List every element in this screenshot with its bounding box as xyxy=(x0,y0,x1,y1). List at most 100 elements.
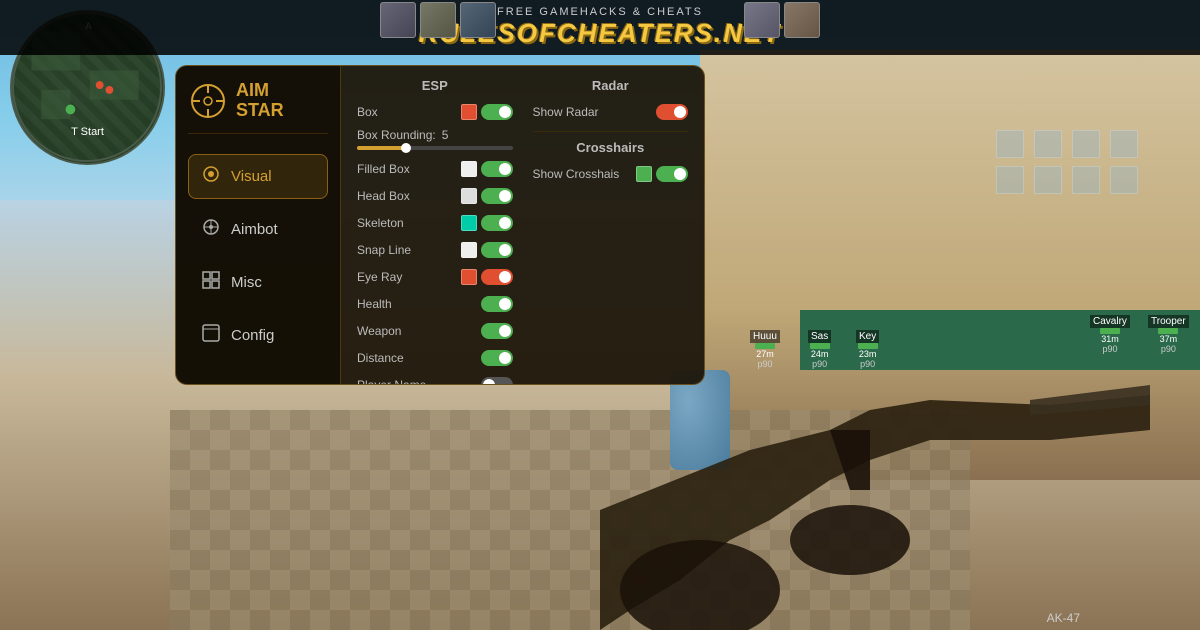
player-name-cavalry: Cavalry xyxy=(1090,315,1130,328)
distance-toggle[interactable] xyxy=(481,350,513,366)
avatar-thumb xyxy=(460,2,496,38)
weapon-label: AK-47 xyxy=(1047,611,1080,625)
show-radar-label: Show Radar xyxy=(533,105,657,119)
player-weapon-cavalry: p90 xyxy=(1102,344,1117,354)
nav-visual-button[interactable]: Visual xyxy=(188,154,328,199)
skeleton-label: Skeleton xyxy=(357,216,461,230)
health-controls xyxy=(481,296,513,312)
weapon-toggle[interactable] xyxy=(481,323,513,339)
nav-aimbot-button[interactable]: Aimbot xyxy=(188,207,328,252)
snap-line-controls xyxy=(461,242,513,258)
window xyxy=(996,130,1024,158)
skeleton-row: Skeleton xyxy=(357,212,513,234)
eye-ray-label: Eye Ray xyxy=(357,270,461,284)
box-rounding-label: Box Rounding: xyxy=(357,128,436,142)
skeleton-controls xyxy=(461,215,513,231)
weapon-controls xyxy=(481,323,513,339)
head-box-toggle-thumb xyxy=(499,190,511,202)
player-name-row: Player Name xyxy=(357,374,513,384)
player-weapon-trooper: p90 xyxy=(1161,344,1176,354)
head-box-color[interactable] xyxy=(461,188,477,204)
show-crosshairs-toggle[interactable] xyxy=(656,166,688,182)
eye-ray-color[interactable] xyxy=(461,269,477,285)
window xyxy=(1072,130,1100,158)
logo-star: STAR xyxy=(236,101,284,121)
snap-line-toggle[interactable] xyxy=(481,242,513,258)
health-toggle-thumb xyxy=(499,298,511,310)
box-rounding-slider[interactable] xyxy=(357,146,513,150)
eye-ray-row: Eye Ray xyxy=(357,266,513,288)
player-tag-huuu: Huuu 27m p90 xyxy=(750,330,780,369)
eye-ray-toggle[interactable] xyxy=(481,269,513,285)
box-color-swatch[interactable] xyxy=(461,104,477,120)
show-crosshairs-controls xyxy=(636,166,688,182)
show-crosshairs-toggle-thumb xyxy=(674,168,686,180)
box-toggle-thumb xyxy=(499,106,511,118)
filled-box-toggle[interactable] xyxy=(481,161,513,177)
banner-avatars-right xyxy=(744,2,820,38)
player-weapon-sas: p90 xyxy=(812,359,827,369)
player-dist-sas: 24m xyxy=(811,349,829,359)
minimap-label: T Start xyxy=(71,126,104,138)
nav-aimbot-label: Aimbot xyxy=(231,221,278,238)
skeleton-color[interactable] xyxy=(461,215,477,231)
head-box-toggle[interactable] xyxy=(481,188,513,204)
box-label: Box xyxy=(357,105,461,119)
window xyxy=(1110,166,1138,194)
player-dist-trooper: 37m xyxy=(1160,334,1178,344)
box-row: Box xyxy=(357,101,513,123)
crosshairs-color[interactable] xyxy=(636,166,652,182)
nav-misc-button[interactable]: Misc xyxy=(188,260,328,305)
avatar-thumb xyxy=(380,2,416,38)
config-icon xyxy=(201,324,221,347)
avatar-thumb xyxy=(784,2,820,38)
nav-config-button[interactable]: Config xyxy=(188,313,328,358)
skeleton-toggle-thumb xyxy=(499,217,511,229)
eye-ray-toggle-thumb xyxy=(499,271,511,283)
box-rounding-value: 5 xyxy=(442,128,449,142)
box-toggle[interactable] xyxy=(481,104,513,120)
aimbot-icon xyxy=(201,218,221,241)
snap-line-toggle-thumb xyxy=(499,244,511,256)
player-name-controls xyxy=(481,377,513,384)
banner-avatars-left xyxy=(380,2,496,38)
content-columns: ESP Box Box Rounding: 5 xyxy=(357,78,688,384)
player-name-huuu: Huuu xyxy=(750,330,780,343)
player-dist-key: 23m xyxy=(859,349,877,359)
filled-box-color[interactable] xyxy=(461,161,477,177)
player-name-key: Key xyxy=(856,330,879,343)
player-name-toggle[interactable] xyxy=(481,377,513,384)
eye-ray-controls xyxy=(461,269,513,285)
window xyxy=(996,166,1024,194)
filled-box-label: Filled Box xyxy=(357,162,461,176)
avatar-thumb xyxy=(744,2,780,38)
panel-sidebar: AIM STAR Visual Aimbot Misc xyxy=(176,66,341,384)
distance-toggle-thumb xyxy=(499,352,511,364)
player-tag-sas: Sas 24m p90 xyxy=(808,330,831,369)
logo-text: AIM STAR xyxy=(236,81,284,121)
player-tag-trooper: Trooper 37m p90 xyxy=(1148,315,1189,354)
avatar-thumb xyxy=(420,2,456,38)
snap-line-row: Snap Line xyxy=(357,239,513,261)
player-name-sas: Sas xyxy=(808,330,831,343)
health-toggle[interactable] xyxy=(481,296,513,312)
show-radar-toggle-thumb xyxy=(674,106,686,118)
skeleton-toggle[interactable] xyxy=(481,215,513,231)
show-crosshairs-label: Show Crosshais xyxy=(533,167,637,181)
logo-icon xyxy=(188,81,228,121)
logo-aim: AIM xyxy=(236,81,284,101)
health-row: Health xyxy=(357,293,513,315)
health-label: Health xyxy=(357,297,481,311)
head-box-row: Head Box xyxy=(357,185,513,207)
nav-visual-label: Visual xyxy=(231,168,272,185)
window xyxy=(1034,130,1062,158)
show-radar-row: Show Radar xyxy=(533,101,689,123)
show-radar-toggle[interactable] xyxy=(656,104,688,120)
window xyxy=(1072,166,1100,194)
show-crosshairs-row: Show Crosshais xyxy=(533,163,689,185)
panel-logo: AIM STAR xyxy=(188,81,328,134)
top-banner: FREE GAMEHACKS & CHEATS RULESOFCHEATERS.… xyxy=(0,0,1200,55)
radar-divider xyxy=(533,131,689,132)
player-name-toggle-thumb xyxy=(483,379,495,384)
snap-line-color[interactable] xyxy=(461,242,477,258)
